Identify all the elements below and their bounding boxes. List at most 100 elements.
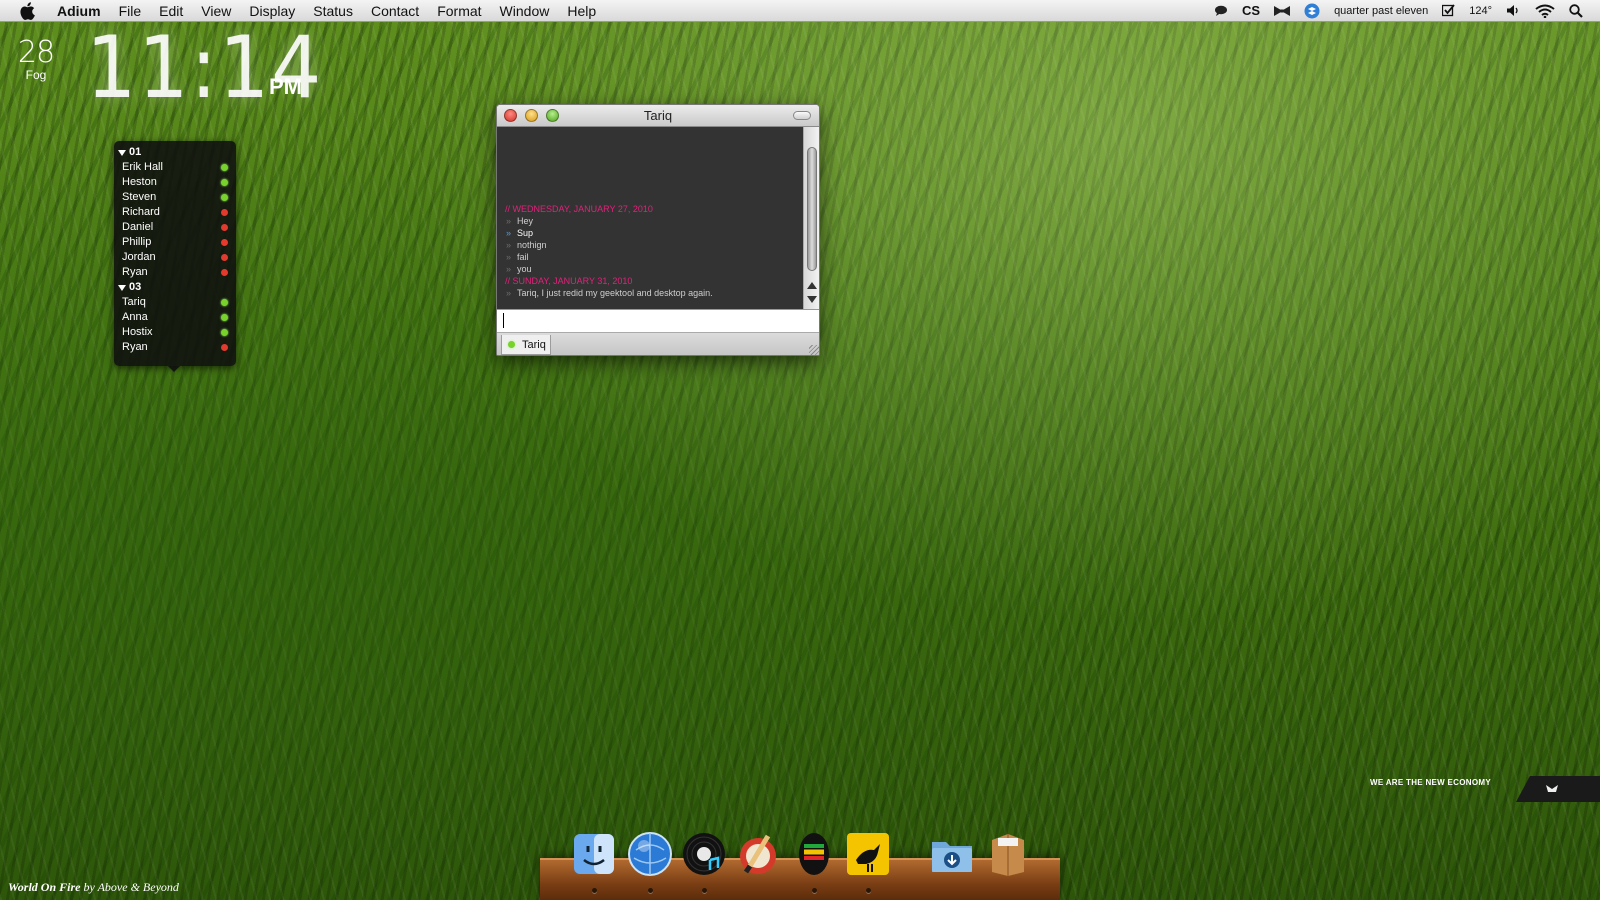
menu-format[interactable]: Format — [428, 0, 490, 22]
documents-stack-icon[interactable] — [984, 830, 1032, 878]
wifi-icon[interactable] — [1528, 0, 1562, 22]
chat-transcript[interactable]: // WEDNESDAY, JANUARY 27, 2010 » Hey » Sup… — [497, 127, 805, 309]
contact-name: Steven — [122, 191, 157, 203]
weather-condition: Fog — [25, 68, 47, 82]
incoming-marker-icon: » — [506, 240, 512, 250]
message-line: » Hey — [505, 215, 805, 227]
status-text[interactable]: quarter past eleven — [1327, 0, 1435, 22]
finder-icon[interactable] — [570, 830, 618, 878]
contact-row[interactable]: Richard — [114, 205, 236, 220]
contact-row[interactable]: Tariq — [114, 295, 236, 310]
running-indicator — [702, 888, 707, 893]
contact-row[interactable]: Daniel — [114, 220, 236, 235]
contact-group-name: 01 — [129, 146, 142, 158]
scrollbar-thumb[interactable] — [807, 147, 817, 271]
spotlight-icon[interactable] — [1562, 0, 1590, 22]
message-text: Hey — [517, 216, 534, 226]
volume-icon[interactable] — [1499, 0, 1528, 22]
temperature-readout[interactable]: 124° — [1462, 0, 1499, 22]
contact-name: Jordan — [122, 251, 156, 263]
contact-row[interactable]: Jordan — [114, 250, 236, 265]
running-indicator — [812, 888, 817, 893]
menu-help[interactable]: Help — [558, 0, 605, 22]
contact-row[interactable]: Ryan — [114, 265, 236, 280]
toolbar-toggle-button[interactable] — [793, 111, 811, 120]
contact-name: Heston — [122, 176, 157, 188]
weather-widget: 28 Fog — [14, 35, 58, 83]
downloads-stack-icon[interactable] — [928, 830, 976, 878]
wallpaper-signature: WE ARE THE NEW ECONOMY — [1370, 776, 1600, 804]
message-text: fail — [517, 252, 529, 262]
contact-name: Tariq — [122, 296, 146, 308]
status-busy-icon — [221, 224, 228, 231]
cs-icon[interactable]: CS — [1235, 0, 1267, 22]
window-titlebar[interactable]: Tariq — [497, 105, 819, 127]
status-online-icon — [221, 164, 228, 171]
contact-row[interactable]: Hostix — [114, 325, 236, 340]
scroll-down-arrow-icon[interactable] — [807, 296, 817, 303]
status-busy-icon — [221, 209, 228, 216]
bowtie-icon[interactable] — [1267, 0, 1297, 22]
contact-row[interactable]: Erik Hall — [114, 160, 236, 175]
apple-menu-icon[interactable] — [16, 0, 38, 22]
contact-name: Daniel — [122, 221, 154, 233]
contact-group-header[interactable]: 03 — [114, 280, 236, 295]
chat-window: Tariq // WEDNESDAY, JANUARY 27, 2010 » He… — [496, 104, 820, 356]
message-text: you — [517, 264, 532, 274]
contact-name: Erik Hall — [122, 161, 163, 173]
desktop-clock-ampm: PM — [269, 74, 302, 99]
transcript-scrollbar[interactable] — [803, 127, 819, 309]
chat-tab-label: Tariq — [522, 338, 546, 351]
now-playing: World On Fire by Above & Beyond — [8, 880, 179, 895]
weather-temperature: 28 — [17, 35, 55, 70]
contact-row[interactable]: Steven — [114, 190, 236, 205]
checkbox-icon[interactable] — [1435, 0, 1462, 22]
safari-icon[interactable] — [626, 830, 674, 878]
running-indicator — [866, 888, 871, 893]
status-online-icon — [221, 194, 228, 201]
contact-group-name: 03 — [129, 281, 142, 293]
menu-contact[interactable]: Contact — [362, 0, 428, 22]
scroll-up-arrow-icon[interactable] — [807, 282, 817, 289]
incoming-marker-icon: » — [506, 216, 512, 226]
window-title: Tariq — [643, 108, 673, 123]
message-text: nothign — [517, 240, 547, 250]
status-online-icon — [221, 179, 228, 186]
running-indicator — [648, 888, 653, 893]
contact-row[interactable]: Anna — [114, 310, 236, 325]
contact-group-header[interactable]: 01 — [114, 145, 236, 160]
headphones-app-icon[interactable] — [790, 830, 838, 878]
status-online-icon — [508, 341, 515, 348]
message-input[interactable] — [497, 309, 819, 333]
itunes-icon[interactable] — [680, 830, 728, 878]
now-playing-artist: Above & Beyond — [97, 880, 179, 894]
message-line: » nothign — [505, 239, 805, 251]
twitter-bird-icon[interactable] — [844, 830, 892, 878]
chat-tab[interactable]: Tariq — [501, 335, 551, 355]
resize-grip-icon[interactable] — [809, 345, 819, 355]
text-caret — [503, 313, 504, 328]
outgoing-marker-icon: » — [506, 228, 512, 238]
contact-list: 01 Erik Hall Heston Steven Richard Danie… — [114, 141, 236, 372]
contact-row[interactable]: Ryan — [114, 340, 236, 355]
chat-tab-bar: Tariq — [497, 333, 819, 355]
status-online-icon — [221, 299, 228, 306]
status-busy-icon — [221, 269, 228, 276]
date-separator: // WEDNESDAY, JANUARY 27, 2010 — [505, 204, 653, 214]
status-online-icon — [221, 314, 228, 321]
status-online-icon — [221, 329, 228, 336]
message-line: » you — [505, 263, 805, 275]
brand-badge-icon — [1516, 776, 1600, 802]
contact-name: Ryan — [122, 341, 148, 353]
paint-app-icon[interactable] — [734, 830, 782, 878]
incoming-marker-icon: » — [506, 288, 512, 298]
contact-row[interactable]: Heston — [114, 175, 236, 190]
dropbox-icon[interactable] — [1297, 0, 1327, 22]
disclosure-triangle-icon[interactable] — [118, 284, 126, 291]
menu-window[interactable]: Window — [491, 0, 559, 22]
contact-row[interactable]: Phillip — [114, 235, 236, 250]
disclosure-triangle-icon[interactable] — [118, 149, 126, 156]
chat-bubble-icon[interactable] — [1207, 0, 1235, 22]
menu-extras: CS quarter past eleven 124° — [1207, 0, 1600, 22]
status-busy-icon — [221, 239, 228, 246]
